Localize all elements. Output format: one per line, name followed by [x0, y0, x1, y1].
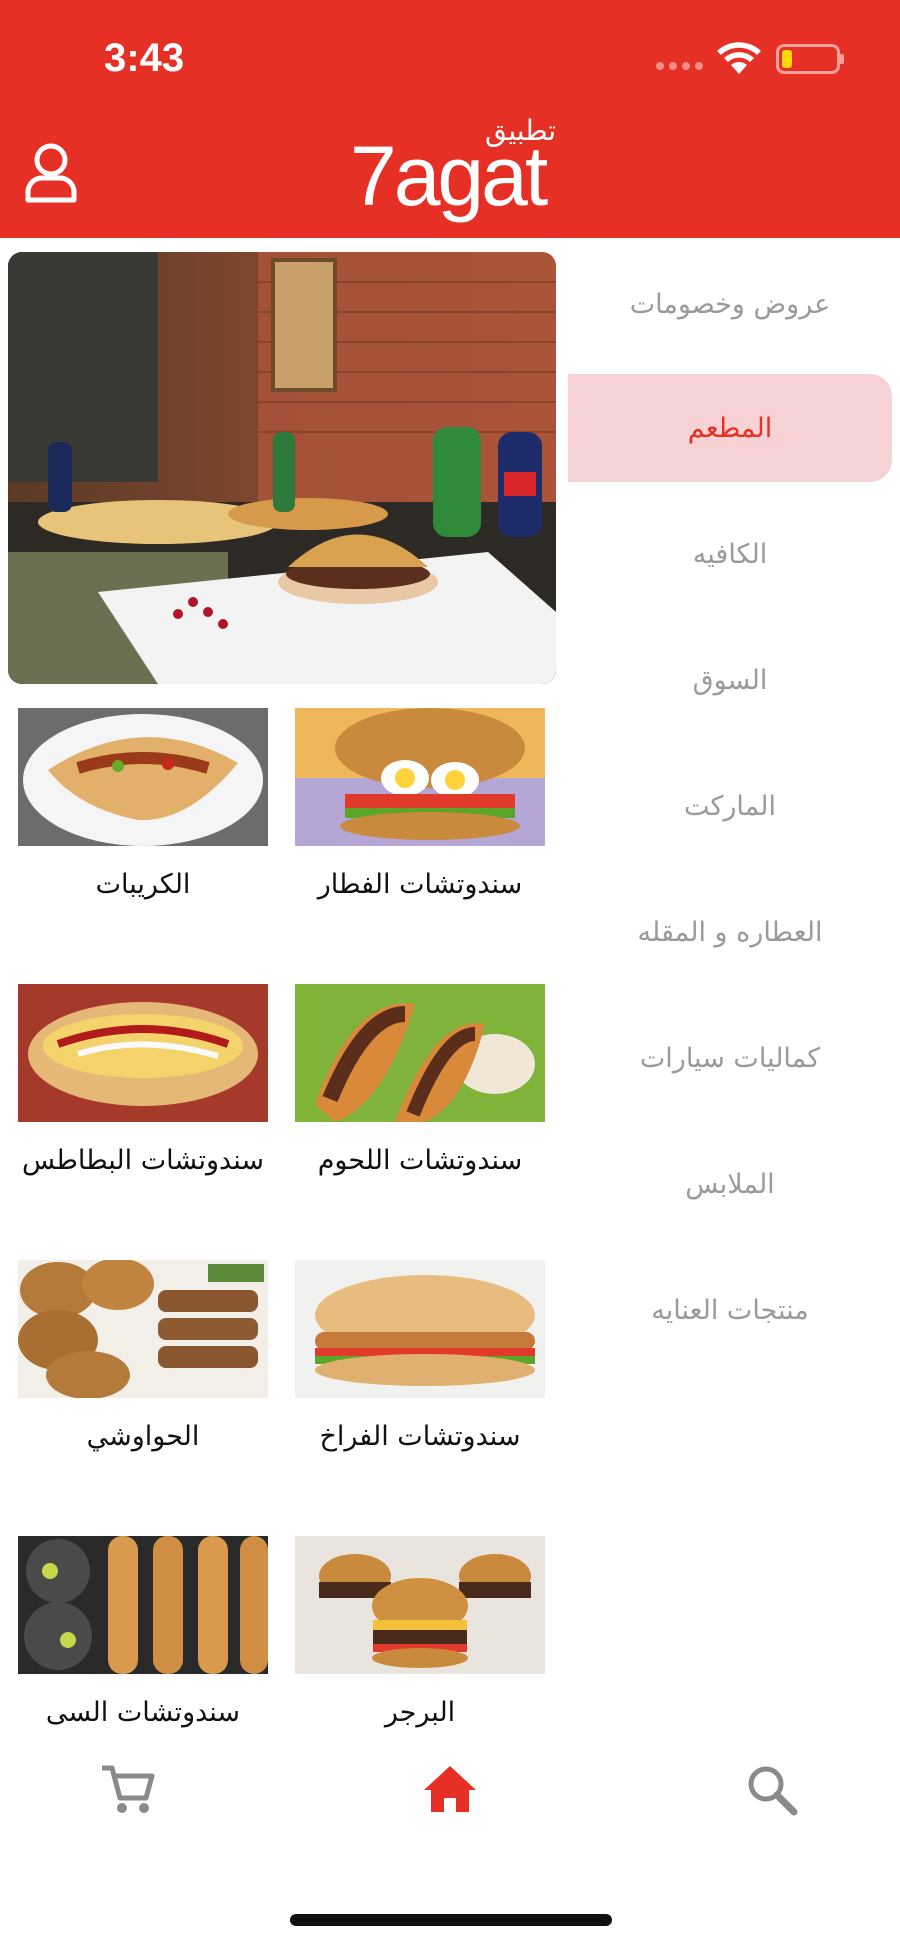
category-seafood-sandwiches[interactable]: سندوتشات السى [18, 1536, 268, 1740]
sidebar-item-restaurant[interactable]: المطعم [568, 374, 892, 482]
category-label: الكريبات [95, 869, 191, 900]
wifi-icon [717, 42, 761, 74]
category-label: البرجر [384, 1697, 456, 1728]
home-icon[interactable] [420, 1760, 480, 1820]
potato-sandwich-image [18, 984, 268, 1122]
sidebar-item-offers[interactable]: عروض وخصومات [568, 250, 892, 358]
category-label: سندوتشات اللحوم [317, 1145, 523, 1176]
category-label: الحواوشي [86, 1421, 200, 1452]
seafood-sandwich-image [18, 1536, 268, 1674]
category-chicken-sandwiches[interactable]: سندوتشات الفراخ [295, 1260, 545, 1464]
sidebar-item-spices[interactable]: العطاره و المقله [568, 878, 892, 986]
category-label: سندوتشات الفطار [317, 869, 523, 900]
category-crepes[interactable]: الكريبات [18, 708, 268, 912]
category-potato-sandwiches[interactable]: سندوتشات البطاطس [18, 984, 268, 1188]
cart-icon[interactable] [98, 1760, 158, 1820]
bottom-navigation [0, 1740, 900, 1840]
hawawshi-image [18, 1260, 268, 1398]
category-label: سندوتشات السى [45, 1697, 241, 1728]
category-meat-sandwiches[interactable]: سندوتشات اللحوم [295, 984, 545, 1188]
category-burger[interactable]: البرجر [295, 1536, 545, 1740]
chicken-sandwich-image [295, 1260, 545, 1398]
app-header: 3:43 تطبيق 7agat [0, 0, 900, 238]
sidebar-item-care-products[interactable]: منتجات العنايه [568, 1256, 892, 1364]
sidebar-item-supermarket[interactable]: الماركت [568, 752, 892, 860]
cellular-signal-icon [656, 62, 704, 72]
app-logo: تطبيق 7agat [350, 114, 560, 223]
category-label: سندوتشات الفراخ [319, 1421, 521, 1452]
sidebar-item-cafe[interactable]: الكافيه [568, 500, 892, 608]
breakfast-sandwich-image [295, 708, 545, 846]
meat-sandwich-image [295, 984, 545, 1122]
category-label: سندوتشات البطاطس [22, 1145, 264, 1176]
burger-image [295, 1536, 545, 1674]
search-icon[interactable] [742, 1760, 802, 1820]
home-indicator[interactable] [290, 1914, 612, 1926]
profile-icon[interactable] [24, 142, 78, 204]
sidebar-item-car-accessories[interactable]: كماليات سيارات [568, 1004, 892, 1112]
battery-icon [776, 44, 840, 74]
status-time: 3:43 [104, 36, 185, 80]
sidebar-item-clothes[interactable]: الملابس [568, 1130, 892, 1238]
restaurant-banner-image[interactable] [8, 252, 556, 684]
sidebar-item-market[interactable]: السوق [568, 626, 892, 734]
category-hawawshi[interactable]: الحواوشي [18, 1260, 268, 1464]
logo-text: 7agat [350, 129, 548, 223]
category-breakfast-sandwiches[interactable]: سندوتشات الفطار [295, 708, 545, 912]
crepes-image [18, 708, 268, 846]
